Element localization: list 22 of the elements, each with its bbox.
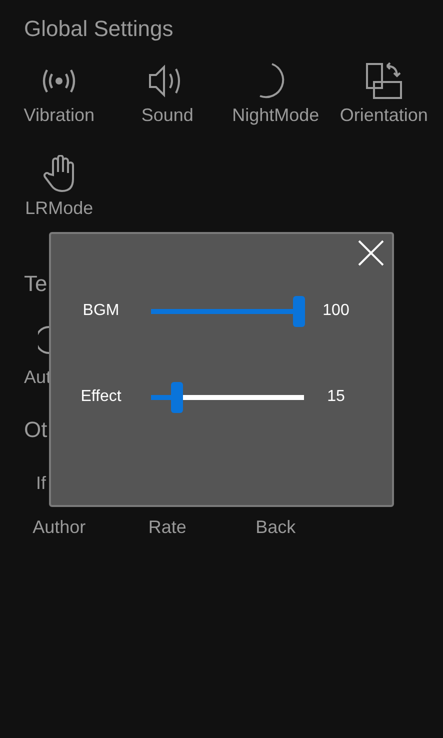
option-label: Aut [24,366,52,388]
slider-thumb[interactable] [293,296,305,326]
hand-icon [43,155,76,193]
slider-label: Effect [80,387,122,407]
option-label: If [36,472,46,494]
footer-link[interactable]: Rate [148,516,186,538]
footer-link[interactable]: Author [32,516,86,538]
section-heading: Ot [24,416,48,444]
rotate-screen-icon [364,62,403,100]
page-title: Global Settings [24,15,174,43]
slider-label: BGM [82,301,120,321]
option-label[interactable]: Sound [141,104,194,126]
footer-link[interactable]: Back [256,516,296,538]
close-icon[interactable] [358,240,384,266]
slider-value: 100 [322,301,350,321]
slider-value: 15 [326,387,346,407]
slider-thumb[interactable] [171,382,184,412]
option-label[interactable]: LRMode [25,197,94,219]
option-label[interactable]: Orientation [340,104,428,126]
option-label[interactable]: Vibration [24,104,94,126]
section-heading: Te [24,270,48,298]
option-label[interactable]: NightMode [232,104,320,126]
